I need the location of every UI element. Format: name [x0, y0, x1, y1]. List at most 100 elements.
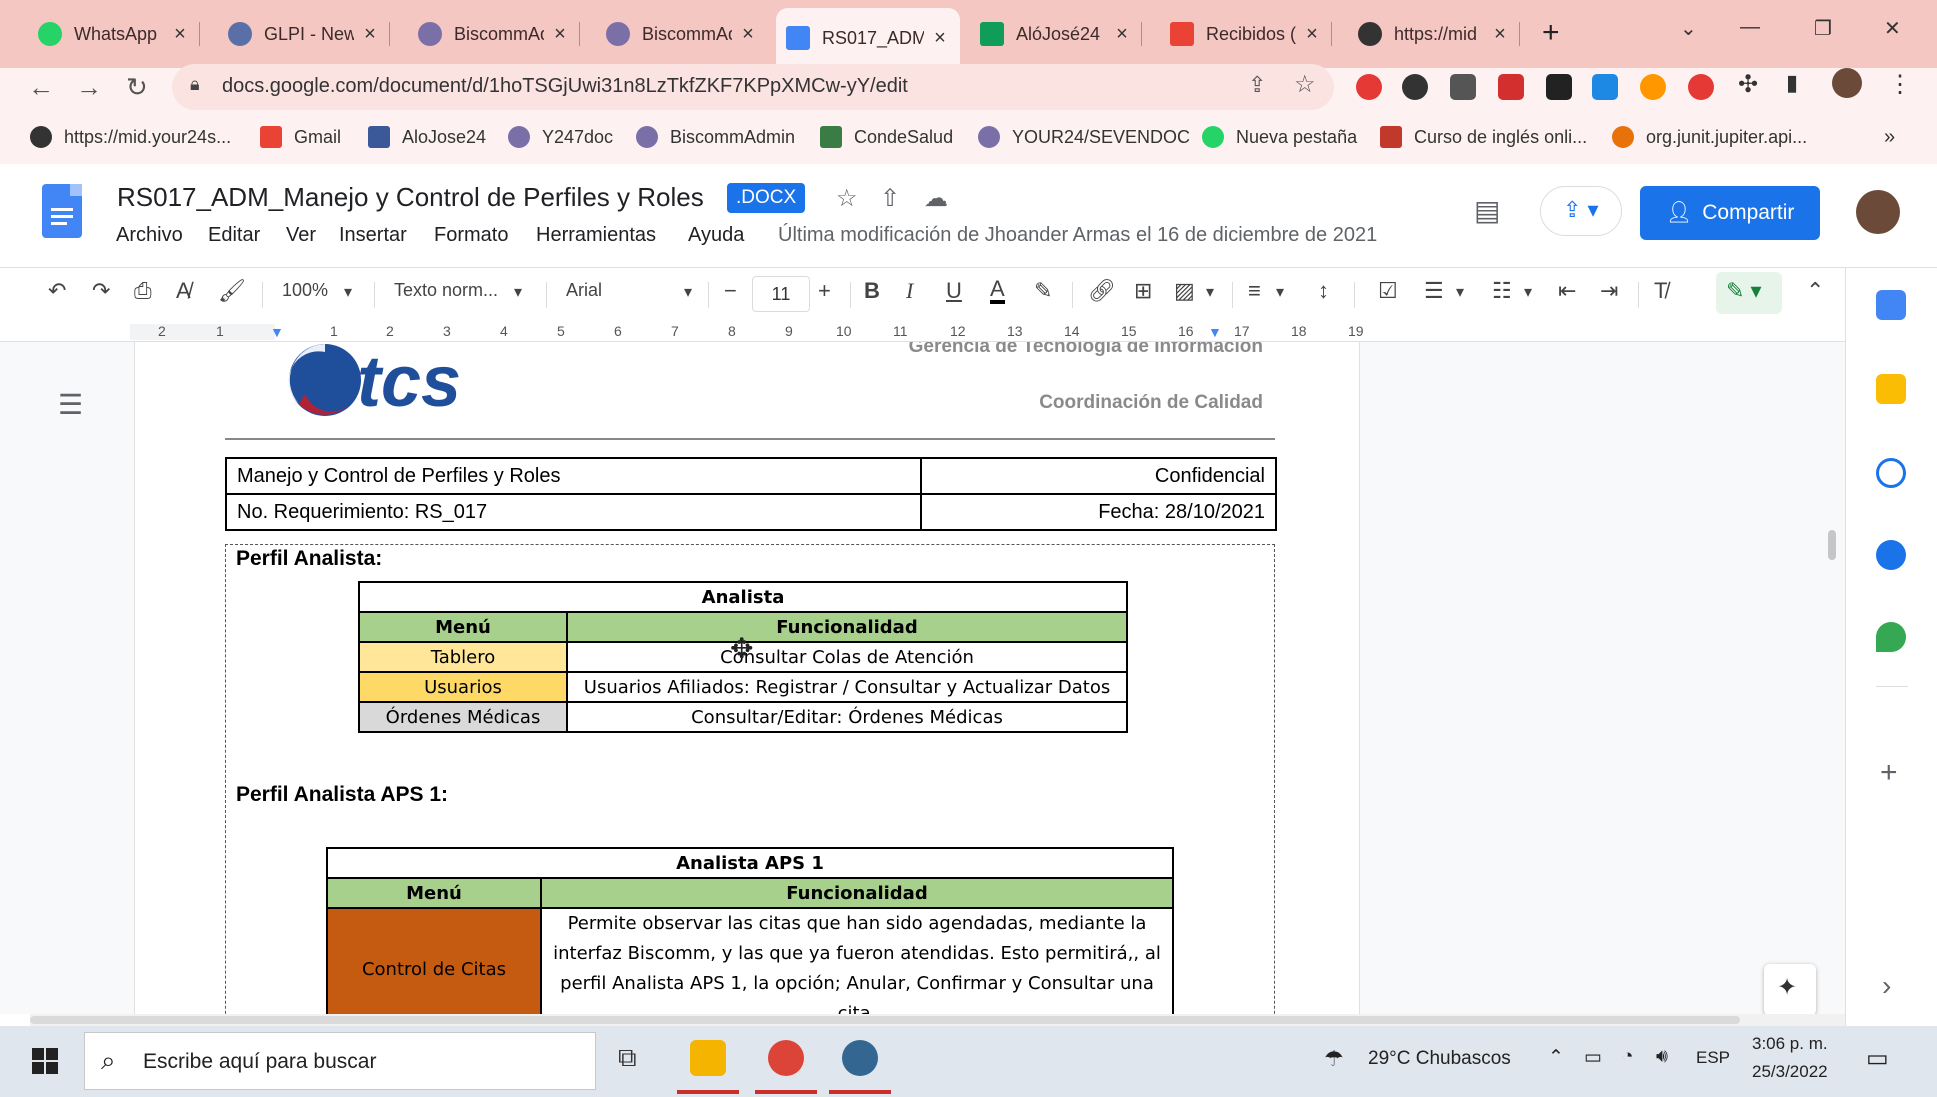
browser-tab[interactable]: Recibidos ( ×: [1160, 12, 1332, 56]
bookmark-item[interactable]: AloJose24: [368, 126, 486, 148]
increase-indent-icon[interactable]: ⇥: [1600, 278, 1618, 304]
paint-format-icon[interactable]: 🖌︎: [218, 278, 246, 304]
browser-tab[interactable]: WhatsApp ×: [28, 12, 200, 56]
profile-avatar[interactable]: [1832, 68, 1862, 98]
browser-tab-active[interactable]: RS017_ADM ×: [776, 8, 960, 68]
new-tab-button[interactable]: +: [1542, 16, 1560, 50]
left-indent-marker-icon[interactable]: ▼: [270, 324, 284, 340]
url-text[interactable]: docs.google.com/document/d/1hoTSGjUwi31n…: [222, 75, 908, 98]
increase-font-size-icon[interactable]: +: [818, 278, 831, 304]
menu-herramientas[interactable]: Herramientas: [536, 224, 656, 247]
back-icon[interactable]: ←: [28, 72, 54, 103]
bookmark-item[interactable]: Curso de inglés onli...: [1380, 126, 1587, 148]
decrease-font-size-icon[interactable]: −: [724, 278, 737, 304]
bookmark-item[interactable]: Y247doc: [508, 126, 613, 148]
italic-icon[interactable]: I: [906, 278, 913, 304]
add-comment-icon[interactable]: ⊞: [1134, 278, 1152, 304]
decrease-indent-icon[interactable]: ⇤: [1558, 278, 1576, 304]
chrome-icon[interactable]: [768, 1040, 804, 1076]
menu-insertar[interactable]: Insertar: [339, 224, 407, 247]
extension-icon[interactable]: [1546, 74, 1572, 100]
chevron-down-icon[interactable]: ▾: [1456, 282, 1464, 302]
browser-tab[interactable]: AlóJosé24 ( ×: [970, 12, 1142, 56]
checklist-icon[interactable]: ☑: [1378, 278, 1398, 304]
extension-icon[interactable]: [1450, 74, 1476, 100]
clock-time[interactable]: 3:06 p. m.: [1752, 1034, 1828, 1054]
postgresql-icon[interactable]: [842, 1040, 878, 1076]
extension-icon[interactable]: [1688, 74, 1714, 100]
reload-icon[interactable]: ↻: [126, 72, 148, 103]
forward-icon[interactable]: →: [76, 72, 102, 103]
lock-icon[interactable]: 🔒︎: [190, 74, 200, 95]
add-addon-icon[interactable]: +: [1880, 756, 1898, 790]
tasks-icon[interactable]: [1876, 458, 1906, 488]
menu-editar[interactable]: Editar: [208, 224, 260, 247]
chevron-down-icon[interactable]: ▾: [344, 282, 352, 302]
extension-icon[interactable]: [1402, 74, 1428, 100]
windows-start-icon[interactable]: [32, 1048, 58, 1074]
star-icon[interactable]: ☆: [836, 184, 858, 213]
browser-tab[interactable]: GLPI - New ×: [218, 12, 390, 56]
maps-icon[interactable]: [1876, 622, 1906, 652]
file-explorer-icon[interactable]: [690, 1040, 726, 1076]
browser-tab[interactable]: https://mid ×: [1348, 12, 1520, 56]
numbered-list-icon[interactable]: ☷: [1492, 278, 1512, 304]
insert-image-icon[interactable]: ▨: [1174, 278, 1195, 304]
cloud-status-icon[interactable]: ☁: [924, 184, 948, 213]
collapse-menus-icon[interactable]: ⌃: [1806, 278, 1824, 304]
bookmark-item[interactable]: BiscommAdmin: [636, 126, 795, 148]
document-canvas[interactable]: ☰ tcs Gerencia de Tecnología de Informac…: [0, 342, 1845, 1014]
task-view-icon[interactable]: ⧉: [618, 1042, 637, 1074]
bookmark-star-icon[interactable]: ☆: [1294, 70, 1316, 99]
bookmark-item[interactable]: YOUR24/SEVENDOC: [978, 126, 1190, 148]
vertical-scrollbar-thumb[interactable]: [1828, 530, 1836, 560]
extension-icon[interactable]: [1592, 74, 1618, 100]
keep-icon[interactable]: [1876, 374, 1906, 404]
undo-icon[interactable]: ↶: [48, 278, 66, 304]
clock-date[interactable]: 25/3/2022: [1752, 1062, 1828, 1082]
tab-search-icon[interactable]: ⌄: [1680, 16, 1697, 41]
bulleted-list-icon[interactable]: ☰: [1424, 278, 1444, 304]
menu-ayuda[interactable]: Ayuda: [688, 224, 744, 247]
chevron-down-icon[interactable]: ▾: [1276, 282, 1284, 302]
close-tab-icon[interactable]: ×: [360, 23, 380, 46]
last-edit-link[interactable]: Última modificación de Jhoander Armas el…: [778, 224, 1377, 247]
present-button[interactable]: ⇪ ▾: [1540, 186, 1622, 236]
underline-icon[interactable]: U: [946, 278, 962, 304]
share-page-icon[interactable]: ⇪: [1248, 72, 1266, 98]
language-indicator[interactable]: ESP: [1696, 1048, 1730, 1068]
close-tab-icon[interactable]: ×: [1302, 23, 1322, 46]
wifi-icon[interactable]: ◔: [1622, 1046, 1633, 1068]
print-icon[interactable]: ⎙: [134, 278, 152, 304]
weather-text[interactable]: 29°C Chubascos: [1368, 1048, 1511, 1070]
share-button[interactable]: 👤︎ Compartir: [1640, 186, 1820, 240]
redo-icon[interactable]: ↷: [92, 278, 110, 304]
bookmark-item[interactable]: https://mid.your24s...: [30, 126, 231, 148]
notifications-icon[interactable]: ▭: [1866, 1044, 1889, 1073]
browser-tab[interactable]: BiscommAd ×: [408, 12, 580, 56]
minimize-icon[interactable]: —: [1740, 16, 1760, 39]
chevron-down-icon[interactable]: ▾: [1524, 282, 1532, 302]
font-size-input[interactable]: 11: [752, 276, 810, 312]
bookmark-item[interactable]: Nueva pestaña: [1202, 126, 1357, 148]
chrome-menu-icon[interactable]: ⋮: [1888, 70, 1912, 99]
bookmark-item[interactable]: CondeSalud: [820, 126, 953, 148]
chevron-down-icon[interactable]: ▾: [1206, 282, 1214, 302]
highlight-icon[interactable]: ✎: [1034, 278, 1052, 304]
document-outline-icon[interactable]: ☰: [58, 388, 83, 421]
close-tab-icon[interactable]: ×: [738, 23, 758, 46]
extension-icon[interactable]: [1640, 74, 1666, 100]
battery-icon[interactable]: ▭: [1584, 1046, 1602, 1069]
bookmark-item[interactable]: org.junit.jupiter.api...: [1612, 126, 1807, 148]
close-tab-icon[interactable]: ×: [1112, 23, 1132, 46]
more-bookmarks-button[interactable]: »: [1884, 126, 1895, 149]
restore-icon[interactable]: ❐: [1814, 16, 1832, 41]
account-avatar[interactable]: [1856, 190, 1900, 234]
bookmark-item[interactable]: Gmail: [260, 126, 341, 148]
menu-formato[interactable]: Formato: [434, 224, 508, 247]
bold-icon[interactable]: B: [864, 278, 880, 304]
text-color-icon[interactable]: A: [990, 278, 1005, 304]
menu-archivo[interactable]: Archivo: [116, 224, 183, 247]
menu-ver[interactable]: Ver: [286, 224, 316, 247]
ruler[interactable]: 2 1 ▼ 1 2 3 4 5 6 7 8 9 10 11 12 13 14 1…: [0, 322, 1845, 342]
